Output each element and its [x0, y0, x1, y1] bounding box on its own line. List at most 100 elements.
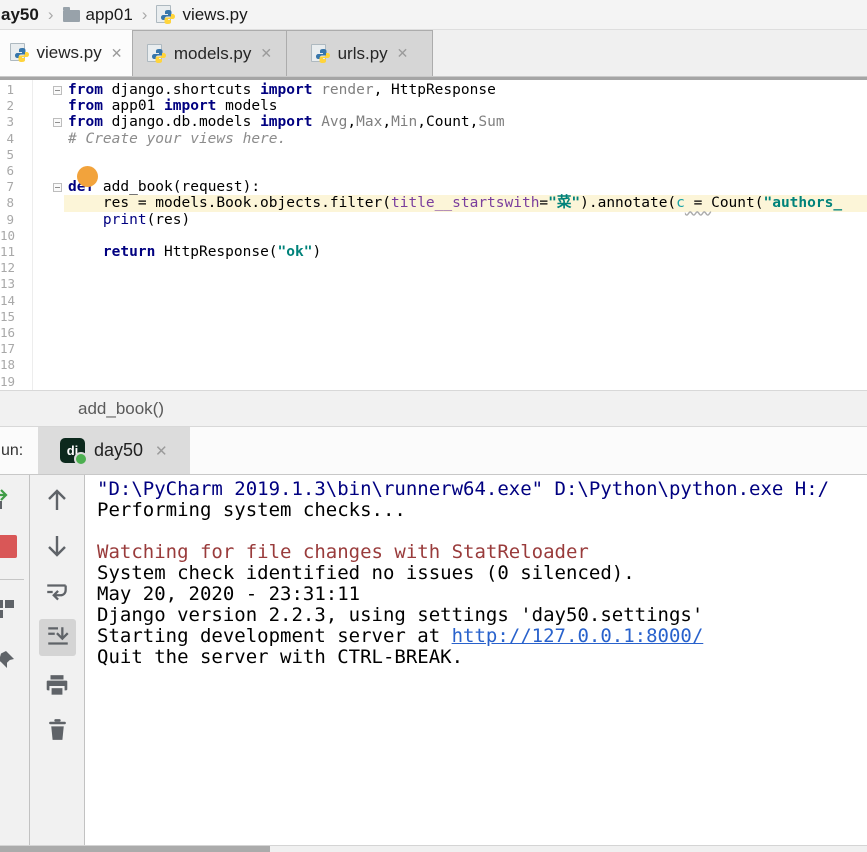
run-actions-toolbar: [0, 475, 30, 845]
code-line[interactable]: [68, 309, 77, 325]
rerun-icon[interactable]: [0, 487, 16, 516]
code-line[interactable]: [68, 228, 77, 244]
console-toolbar: [30, 475, 85, 845]
code-line[interactable]: [68, 147, 77, 163]
pycharm-window: ay50 › app01 › views.py views.py ✕ model…: [0, 0, 867, 852]
run-panel-header: un: dj day50 ✕: [0, 427, 867, 474]
stop-icon[interactable]: [0, 535, 17, 558]
python-file-icon: [156, 5, 176, 25]
console-text: System check identified no issues (0 sil…: [97, 562, 635, 584]
code-token: ).annotate(: [580, 195, 676, 211]
console-line: Performing system checks...: [97, 500, 867, 521]
code-line[interactable]: [68, 325, 77, 341]
console-line: "D:\PyCharm 2019.1.3\bin\runnerw64.exe" …: [97, 479, 867, 500]
code-token: =: [539, 195, 548, 211]
code-token: from: [68, 98, 103, 114]
code-token: HttpResponse(: [155, 244, 277, 260]
console-text: Performing system checks...: [97, 499, 406, 521]
pin-tab-icon[interactable]: [0, 649, 16, 678]
code-line[interactable]: res = models.Book.objects.filter(title__…: [68, 195, 842, 211]
run-tab-day50[interactable]: dj day50 ✕: [38, 427, 190, 474]
chevron-right-icon: ›: [48, 5, 54, 25]
code-line[interactable]: # Create your views here.: [68, 131, 286, 147]
breadcrumb-label: views.py: [182, 5, 247, 25]
code-token: "菜": [548, 195, 580, 211]
down-stack-trace-icon[interactable]: [44, 532, 70, 565]
clear-all-icon[interactable]: [45, 717, 70, 747]
breadcrumb-item-app01[interactable]: app01: [63, 5, 133, 25]
code-token: Count(: [711, 195, 763, 211]
line-number: 5: [0, 147, 14, 163]
line-number: 9: [0, 212, 14, 228]
code-token: import: [164, 98, 216, 114]
editor-tab-bar: views.py ✕ models.py ✕ urls.py ✕: [0, 30, 867, 76]
code-line[interactable]: [68, 293, 77, 309]
breadcrumb: ay50 › app01 › views.py: [0, 0, 867, 30]
code-line[interactable]: def add_book(request):: [68, 179, 260, 195]
code-token: render: [321, 82, 373, 98]
tab-views-py[interactable]: views.py ✕: [0, 30, 133, 76]
code-line[interactable]: [68, 374, 77, 390]
console-line: May 20, 2020 - 23:31:11: [97, 584, 867, 605]
breadcrumb-item-project[interactable]: ay50: [1, 5, 39, 25]
code-line[interactable]: [68, 260, 77, 276]
console-output[interactable]: "D:\PyCharm 2019.1.3\bin\runnerw64.exe" …: [85, 475, 867, 845]
up-stack-trace-icon[interactable]: [44, 486, 70, 519]
code-token: (res): [147, 212, 191, 228]
code-token: # Create your views here.: [68, 131, 286, 147]
python-file-icon: [10, 43, 30, 63]
code-token: title__startswith: [391, 195, 539, 211]
chevron-right-icon: ›: [142, 5, 148, 25]
code-line[interactable]: [68, 276, 77, 292]
code-token: Count: [426, 114, 470, 130]
tab-models-py[interactable]: models.py ✕: [133, 30, 287, 76]
current-function-label: add_book(): [78, 399, 164, 419]
fold-marker-icon[interactable]: [53, 183, 62, 192]
tab-close-icon[interactable]: ✕: [111, 45, 123, 62]
context-bar: add_book(): [0, 390, 867, 427]
fold-marker-icon[interactable]: [53, 118, 62, 127]
code-line[interactable]: [68, 341, 77, 357]
breadcrumb-label: app01: [86, 5, 133, 25]
code-line[interactable]: from app01 import models: [68, 98, 278, 114]
code-line[interactable]: return HttpResponse("ok"): [68, 244, 321, 260]
tab-close-icon[interactable]: ✕: [397, 45, 409, 62]
breadcrumb-label: ay50: [1, 5, 39, 25]
server-url-link[interactable]: http://127.0.0.1:8000/: [452, 625, 704, 647]
console-text: Starting development server at: [97, 625, 452, 647]
print-icon[interactable]: [44, 673, 70, 704]
code-token: c: [676, 195, 685, 211]
scrollbar-thumb[interactable]: [0, 846, 270, 852]
intention-bulb-icon[interactable]: [77, 166, 98, 187]
line-number: 3: [0, 114, 14, 130]
restore-layout-icon[interactable]: [0, 597, 16, 626]
tab-close-icon[interactable]: ✕: [260, 45, 272, 62]
code-line[interactable]: from django.shortcuts import render, Htt…: [68, 82, 496, 98]
code-editor[interactable]: 12345678910111213141516171819 from djang…: [0, 80, 867, 390]
code-line[interactable]: from django.db.models import Avg,Max,Min…: [68, 114, 505, 130]
line-number: 16: [0, 325, 14, 341]
line-number: 10: [0, 228, 14, 244]
fold-marker-icon[interactable]: [53, 86, 62, 95]
run-tab-close-icon[interactable]: ✕: [155, 442, 168, 460]
line-number: 6: [0, 163, 14, 179]
soft-wrap-icon[interactable]: [44, 579, 70, 610]
python-file-icon: [311, 44, 331, 64]
code-token: [312, 114, 321, 130]
scroll-to-end-icon[interactable]: [45, 624, 71, 655]
code-token: "ok": [278, 244, 313, 260]
console-text: May 20, 2020 - 23:31:11: [97, 583, 360, 605]
code-line[interactable]: [68, 357, 77, 373]
code-line[interactable]: print(res): [68, 212, 190, 228]
code-token: from: [68, 114, 103, 130]
code-token: ,: [347, 114, 356, 130]
code-token: Min: [391, 114, 417, 130]
code-token: ,: [382, 114, 391, 130]
breadcrumb-item-views-py[interactable]: views.py: [156, 5, 247, 25]
code-line[interactable]: [68, 163, 77, 179]
horizontal-scrollbar: [0, 845, 867, 852]
tab-urls-py[interactable]: urls.py ✕: [287, 30, 433, 76]
console-line: Django version 2.2.3, using settings 'da…: [97, 605, 867, 626]
tab-label: models.py: [174, 44, 251, 64]
code-token: from: [68, 82, 103, 98]
